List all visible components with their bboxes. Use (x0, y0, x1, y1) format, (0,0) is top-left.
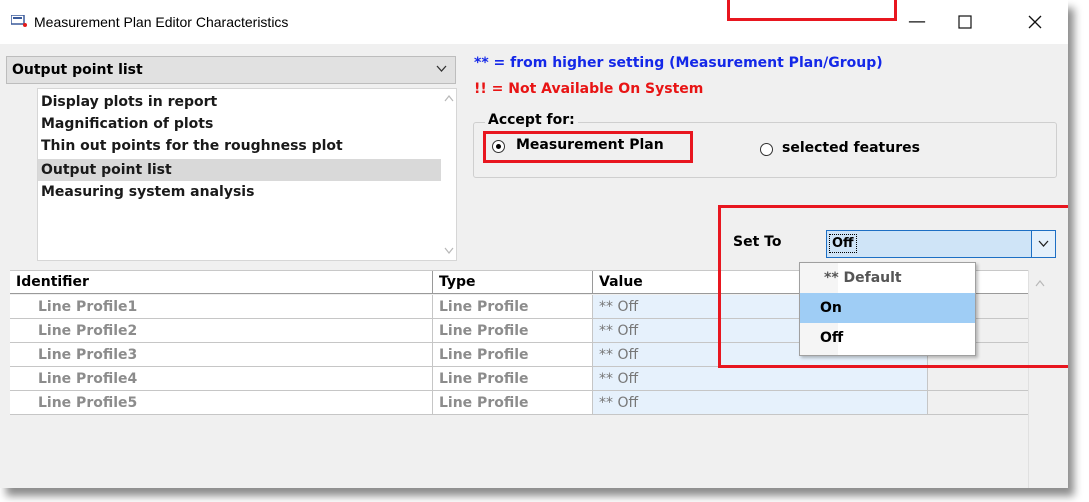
close-icon[interactable] (1025, 12, 1045, 32)
cell-type: Line Profile (433, 367, 593, 391)
list-item[interactable]: Display plots in report (38, 91, 441, 113)
title-bar[interactable]: Measurement Plan Editor Characteristics … (0, 0, 1068, 44)
cell-identifier: Line Profile4 (10, 367, 433, 391)
radio-selected-features[interactable] (760, 143, 773, 156)
cell-type: Line Profile (433, 343, 593, 367)
cell-empty (928, 391, 1038, 415)
annotation-highlight-radio (483, 131, 693, 163)
chevron-down-icon (436, 65, 447, 72)
list-item-selected[interactable]: Output point list (38, 159, 441, 181)
list-item[interactable]: Magnification of plots (38, 113, 441, 135)
scroll-up-icon[interactable] (444, 95, 454, 102)
cell-value[interactable]: ** Off (593, 367, 928, 391)
minimize-icon[interactable]: — (907, 12, 927, 32)
annotation-highlight-set-to (718, 205, 1068, 368)
accept-for-label: Accept for: (485, 112, 578, 128)
cell-value[interactable]: ** Off (593, 391, 928, 415)
cell-identifier: Line Profile1 (10, 295, 433, 319)
list-item[interactable]: Thin out points for the roughness plot (38, 135, 441, 157)
app-icon (11, 15, 27, 27)
characteristic-combo-value: Output point list (12, 62, 143, 78)
cell-identifier: Line Profile3 (10, 343, 433, 367)
list-item[interactable]: Measuring system analysis (38, 181, 441, 203)
column-header-type[interactable]: Type (433, 271, 593, 294)
cell-type: Line Profile (433, 295, 593, 319)
unavailable-note: !! = Not Available On System (474, 81, 704, 97)
cell-identifier: Line Profile2 (10, 319, 433, 343)
annotation-highlight-titlebar (727, 0, 897, 21)
cell-type: Line Profile (433, 391, 593, 415)
cell-empty (928, 367, 1038, 391)
inherited-note: ** = from higher setting (Measurement Pl… (474, 55, 883, 71)
table-row[interactable]: Line Profile5 Line Profile ** Off (10, 391, 1038, 415)
table-row[interactable]: Line Profile4 Line Profile ** Off (10, 367, 1038, 391)
column-header-identifier[interactable]: Identifier (10, 271, 433, 294)
scroll-down-icon[interactable] (444, 247, 454, 254)
maximize-icon[interactable] (955, 12, 975, 32)
editor-window: Measurement Plan Editor Characteristics … (0, 0, 1068, 488)
window-title: Measurement Plan Editor Characteristics (34, 14, 289, 30)
cell-identifier: Line Profile5 (10, 391, 433, 415)
characteristic-combo[interactable]: Output point list (6, 56, 456, 84)
characteristic-list[interactable]: Display plots in report Magnification of… (37, 88, 457, 261)
radio-selected-features-label[interactable]: selected features (782, 140, 920, 156)
cell-type: Line Profile (433, 319, 593, 343)
